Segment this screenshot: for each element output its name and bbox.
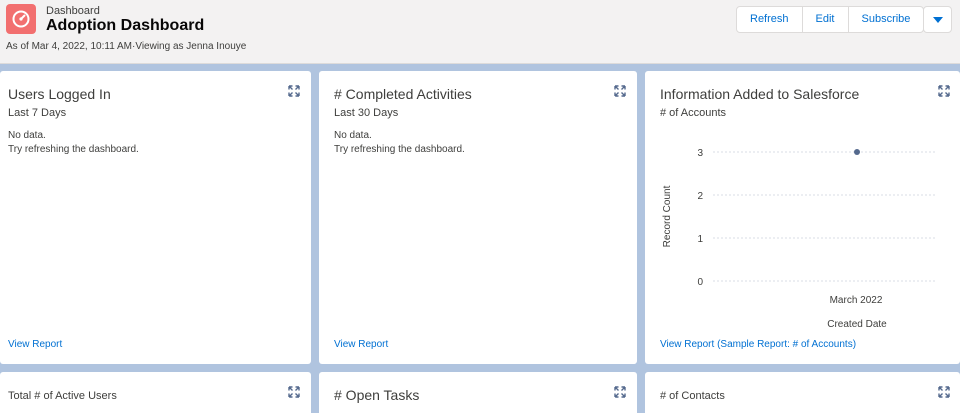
y-tick-label: 2 <box>697 191 703 202</box>
data-point <box>854 149 860 155</box>
card-total-active-users: Total # of Active Users <box>0 372 311 413</box>
view-report-link[interactable]: View Report <box>334 339 388 350</box>
card-users-logged-in: Users Logged In Last 7 Days No data. Try… <box>0 71 311 364</box>
view-report-link[interactable]: View Report (Sample Report: # of Account… <box>660 339 856 350</box>
y-tick-label: 3 <box>697 148 703 159</box>
more-actions-button[interactable] <box>923 6 952 33</box>
subscribe-button[interactable]: Subscribe <box>849 7 924 32</box>
breadcrumb: Dashboard <box>46 5 100 17</box>
card-title: # Completed Activities <box>334 86 472 102</box>
y-tick-label: 1 <box>697 234 703 245</box>
no-data-message: No data. <box>334 130 372 141</box>
card-open-tasks: # Open Tasks <box>319 372 637 413</box>
no-data-message: No data. <box>8 130 46 141</box>
card-info-added: Information Added to Salesforce # of Acc… <box>645 71 960 364</box>
refresh-hint: Try refreshing the dashboard. <box>334 144 465 155</box>
refresh-hint: Try refreshing the dashboard. <box>8 144 139 155</box>
header-button-group: Refresh Edit Subscribe <box>736 6 925 33</box>
dashboard-header: Dashboard Adoption Dashboard As of Mar 4… <box>0 0 960 64</box>
expand-icon[interactable] <box>614 85 626 97</box>
x-tick-label: March 2022 <box>830 295 883 306</box>
dashboard-meta: As of Mar 4, 2022, 10:11 AM·Viewing as J… <box>6 41 247 52</box>
card-title: # Open Tasks <box>334 387 420 403</box>
expand-icon[interactable] <box>614 386 626 398</box>
x-axis-label: Created Date <box>827 319 887 330</box>
card-subtitle: Last 30 Days <box>334 107 399 119</box>
card-title: # of Contacts <box>660 390 725 402</box>
y-tick-label: 0 <box>697 277 703 288</box>
view-report-link[interactable]: View Report <box>8 339 62 350</box>
y-axis-label: Record Count <box>662 185 673 247</box>
card-title: Users Logged In <box>8 86 111 102</box>
expand-icon[interactable] <box>938 386 950 398</box>
refresh-button[interactable]: Refresh <box>737 7 803 32</box>
edit-button[interactable]: Edit <box>803 7 849 32</box>
card-contacts: # of Contacts <box>645 372 960 413</box>
page-title: Adoption Dashboard <box>46 17 205 34</box>
accounts-line-chart: 0 1 2 3 March 2022 Created Date Record Count <box>662 148 935 330</box>
card-title: Total # of Active Users <box>8 390 117 402</box>
card-completed-activities: # Completed Activities Last 30 Days No d… <box>319 71 637 364</box>
dashboard-gauge-icon <box>6 4 36 34</box>
expand-icon[interactable] <box>288 386 300 398</box>
chevron-down-icon <box>933 17 943 23</box>
expand-icon[interactable] <box>288 85 300 97</box>
card-subtitle: Last 7 Days <box>8 107 67 119</box>
